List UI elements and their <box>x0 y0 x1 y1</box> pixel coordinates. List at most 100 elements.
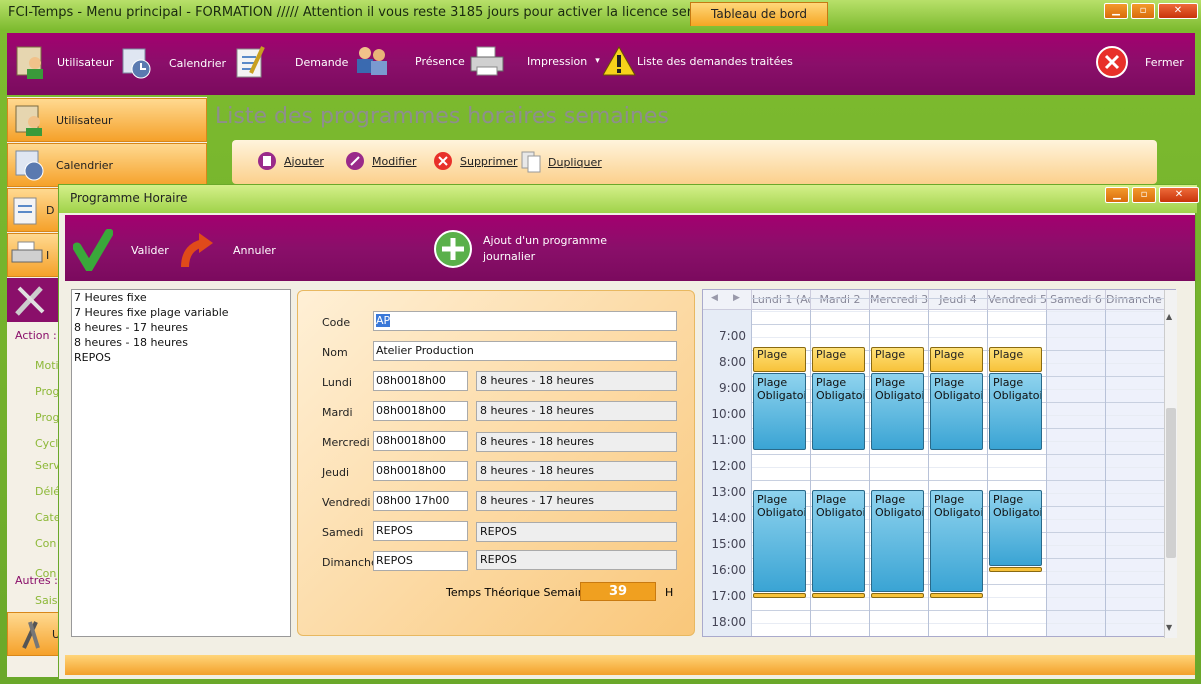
list-item[interactable]: 7 Heures fixe plage variable <box>74 306 229 319</box>
tools-icon[interactable] <box>7 278 59 322</box>
plage-obligatoire-block[interactable]: Plage Obligatoire <box>989 373 1042 450</box>
minimize-button[interactable]: ▁ <box>1104 3 1128 19</box>
plage-end-block[interactable] <box>930 593 983 598</box>
supprimer-button[interactable]: Supprimer <box>432 150 518 172</box>
mardi-hours-field[interactable]: 08h0018h00 <box>373 401 468 421</box>
plage-obligatoire-block[interactable]: Plage Obligatoire <box>871 490 924 592</box>
mercredi-program-field[interactable]: 8 heures - 18 heures <box>476 432 677 452</box>
plage-obligatoire-block[interactable]: Plage Obligatoire <box>812 490 865 592</box>
scroll-down-icon[interactable]: ▼ <box>1166 623 1172 632</box>
sidebar-link[interactable]: Cate <box>35 511 61 524</box>
toolbar-liste-demandes[interactable]: Liste des demandes traitées <box>603 45 793 77</box>
plage-block[interactable]: Plage <box>871 347 924 372</box>
modifier-button[interactable]: Modifier <box>344 150 416 172</box>
plage-end-block[interactable] <box>989 567 1042 572</box>
list-item[interactable]: 7 Heures fixe <box>74 291 147 304</box>
dimanche-program-field[interactable]: REPOS <box>476 550 677 570</box>
undo-arrow-icon <box>181 233 213 268</box>
toolbar-fermer-label: Fermer <box>1145 55 1184 69</box>
plage-obligatoire-block[interactable]: Plage Obligatoire <box>871 373 924 450</box>
plage-obligatoire-block[interactable]: Plage Obligatoire <box>930 373 983 450</box>
toolbar-demande[interactable]: Demande <box>233 43 348 81</box>
list-item[interactable]: REPOS <box>74 351 111 364</box>
dialog-titlebar: Programme Horaire ▁ ▫ ✕ <box>59 185 1199 213</box>
scroll-thumb[interactable] <box>1166 408 1176 558</box>
toolbar-impression-label: Impression <box>527 54 588 68</box>
warning-icon <box>603 45 636 76</box>
ajouter-label: Ajouter <box>284 154 324 168</box>
program-list[interactable]: 7 Heures fixe 7 Heures fixe plage variab… <box>71 289 291 637</box>
close-button[interactable]: ✕ <box>1159 187 1199 203</box>
sidebar-link[interactable]: Con <box>35 567 56 580</box>
content-toolbar: Ajouter Modifier Supprimer Dupliquer <box>232 140 1157 184</box>
lundi-hours-field[interactable]: 08h0018h00 <box>373 371 468 391</box>
ajouter-button[interactable]: Ajouter <box>256 150 324 172</box>
tab-dashboard[interactable]: Tableau de bord <box>690 2 828 26</box>
jeudi-program-field[interactable]: 8 heures - 18 heures <box>476 461 677 481</box>
sidebar-item-utilitaires[interactable]: U <box>7 612 60 656</box>
sidebar-link[interactable]: Cycl <box>35 437 58 450</box>
samedi-hours-field[interactable]: REPOS <box>373 521 468 541</box>
nom-field[interactable]: Atelier Production <box>373 341 677 361</box>
sidebar-link[interactable]: Sais <box>35 594 58 607</box>
sidebar-item-utilisateur[interactable]: Utilisateur <box>7 98 207 142</box>
mercredi-hours-field[interactable]: 08h0018h00 <box>373 431 468 451</box>
toolbar-presence[interactable]: Présence <box>351 43 465 79</box>
ajout-programme-button[interactable]: Ajout d'un programme journalier <box>433 229 607 269</box>
program-form: Code AP Nom Atelier Production Lundi 08h… <box>297 290 695 636</box>
jeudi-hours-field[interactable]: 08h0018h00 <box>373 461 468 481</box>
sidebar-link[interactable]: Délé <box>35 485 60 498</box>
plage-obligatoire-block[interactable]: Plage Obligatoire <box>989 490 1042 566</box>
mardi-program-field[interactable]: 8 heures - 18 heures <box>476 401 677 421</box>
plage-block[interactable]: Plage <box>930 347 983 372</box>
hour-label: 8:00 <box>719 355 746 369</box>
sidebar-link[interactable]: Moti <box>35 359 59 372</box>
plage-end-block[interactable] <box>753 593 806 598</box>
minimize-button[interactable]: ▁ <box>1105 187 1129 203</box>
plage-obligatoire-block[interactable]: Plage Obligatoire <box>812 373 865 450</box>
sidebar-link[interactable]: Con <box>35 537 56 550</box>
valider-button[interactable]: Valider <box>73 229 169 271</box>
prev-week-icon[interactable]: ◀ <box>711 293 718 303</box>
plage-block[interactable]: Plage <box>989 347 1042 372</box>
lundi-program-field[interactable]: 8 heures - 18 heures <box>476 371 677 391</box>
toolbar-impression[interactable]: Impression ▾ <box>469 45 600 77</box>
sidebar-link[interactable]: Prog <box>35 385 59 398</box>
jeudi-label: Jeudi <box>322 466 350 479</box>
sidebar-item-demande[interactable]: D <box>7 188 59 232</box>
toolbar-utilisateur[interactable]: Utilisateur <box>13 43 114 81</box>
plage-obligatoire-block[interactable]: Plage Obligatoire <box>930 490 983 592</box>
samedi-program-field[interactable]: REPOS <box>476 522 677 542</box>
add-circle-icon <box>434 230 472 268</box>
next-week-icon[interactable]: ▶ <box>733 293 740 303</box>
code-field[interactable]: AP <box>373 311 677 331</box>
plage-block[interactable]: Plage <box>753 347 806 372</box>
vendredi-hours-field[interactable]: 08h00 17h00 <box>373 491 468 511</box>
list-item[interactable]: 8 heures - 17 heures <box>74 321 188 334</box>
plage-block[interactable]: Plage <box>812 347 865 372</box>
user-icon <box>16 46 43 79</box>
vendredi-program-field[interactable]: 8 heures - 17 heures <box>476 491 677 511</box>
plage-end-block[interactable] <box>812 593 865 598</box>
sidebar-item-impression[interactable]: I <box>7 233 59 277</box>
sidebar-link[interactable]: Serv <box>35 459 60 472</box>
toolbar-fermer[interactable]: Fermer <box>1095 45 1184 79</box>
list-item[interactable]: 8 heures - 18 heures <box>74 336 188 349</box>
plage-obligatoire-block[interactable]: Plage Obligatoire <box>753 490 806 592</box>
dupliquer-button[interactable]: Dupliquer <box>520 150 602 174</box>
dimanche-hours-field[interactable]: REPOS <box>373 551 468 571</box>
plage-obligatoire-block[interactable]: Plage Obligatoire <box>753 373 806 450</box>
maximize-button[interactable]: ▫ <box>1131 3 1155 19</box>
dialog-window-controls: ▁ ▫ ✕ <box>1105 187 1199 203</box>
sidebar-link[interactable]: Prog <box>35 411 59 424</box>
maximize-button[interactable]: ▫ <box>1132 187 1156 203</box>
sidebar-item-calendrier[interactable]: Calendrier <box>7 143 207 187</box>
plage-end-block[interactable] <box>871 593 924 598</box>
temps-theorique-unit: H <box>665 586 674 599</box>
scroll-up-icon[interactable]: ▲ <box>1166 312 1172 321</box>
calendar-clock-icon <box>122 48 151 79</box>
close-button[interactable]: ✕ <box>1158 3 1198 19</box>
toolbar-calendrier[interactable]: Calendrier <box>119 45 226 81</box>
annuler-button[interactable]: Annuler <box>177 229 276 271</box>
calendar-scrollbar[interactable]: ▲ ▼ <box>1164 290 1177 638</box>
